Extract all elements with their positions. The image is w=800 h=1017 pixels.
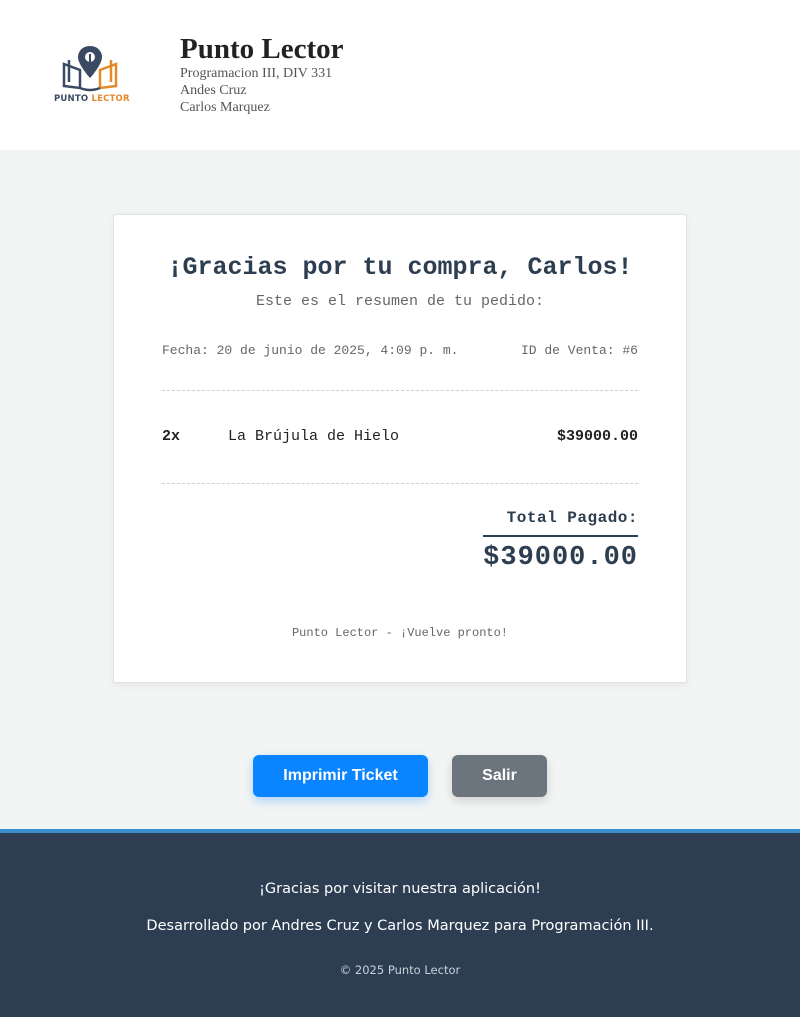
footer-credits: Desarrollado por Andres Cruz y Carlos Ma… [146, 918, 654, 934]
item-name: La Brújula de Hielo [228, 428, 400, 445]
brand-author-2: Carlos Marquez [180, 100, 270, 115]
total-label: Total Pagado: [506, 509, 638, 527]
exit-button[interactable]: Salir [452, 755, 547, 797]
receipt-date: Fecha: 20 de junio de 2025, 4:09 p. m. [162, 343, 459, 358]
total-value: $39000.00 [483, 543, 638, 573]
footer: ¡Gracias por visitar nuestra aplicación!… [0, 829, 800, 1017]
book-location-pin-icon [62, 46, 118, 92]
receipt-subtitle: Este es el resumen de tu pedido: [255, 293, 545, 310]
receipt-footer: Punto Lector - ¡Vuelve pronto! [291, 626, 509, 640]
divider [162, 483, 638, 484]
header: PUNTO LECTOR Punto Lector Programacion I… [0, 0, 800, 150]
print-ticket-button[interactable]: Imprimir Ticket [253, 755, 428, 797]
brand-title: Punto Lector [180, 33, 344, 65]
receipt-sale-id: ID de Venta: #6 [520, 343, 638, 358]
receipt-card: ¡Gracias por tu compra, Carlos! Este es … [113, 214, 687, 683]
item-qty: 2x [162, 428, 181, 445]
brand-course: Programacion III, DIV 331 [180, 66, 333, 81]
receipt-title: ¡Gracias por tu compra, Carlos! [167, 253, 633, 282]
logo-text: PUNTO LECTOR [54, 94, 130, 104]
footer-thanks: ¡Gracias por visitar nuestra aplicación! [259, 881, 541, 897]
item-price: $39000.00 [556, 428, 638, 445]
total-divider [483, 535, 638, 537]
brand-block: Punto Lector Programacion III, DIV 331 A… [180, 33, 344, 116]
logo-word-punto: PUNTO [54, 94, 89, 104]
logo: PUNTO LECTOR [50, 42, 130, 108]
receipt-meta: Fecha: 20 de junio de 2025, 4:09 p. m. I… [162, 343, 638, 358]
brand-author-1: Andes Cruz [180, 83, 247, 98]
logo-word-lector: LECTOR [91, 94, 130, 104]
footer-copyright: © 2025 Punto Lector [339, 963, 461, 977]
divider [162, 390, 638, 391]
